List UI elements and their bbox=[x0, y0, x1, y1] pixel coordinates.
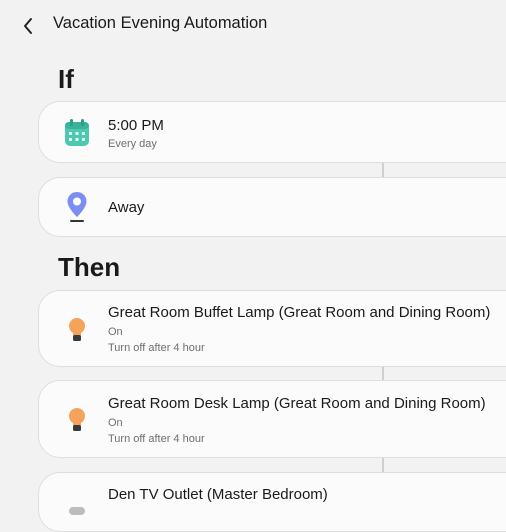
action-detail: Turn off after 4 hour bbox=[108, 433, 205, 445]
page-title: Vacation Evening Automation bbox=[53, 14, 268, 32]
action-card[interactable]: Great Room Buffet Lamp (Great Room and D… bbox=[38, 290, 506, 367]
back-button[interactable] bbox=[14, 12, 42, 40]
if-section-title: If bbox=[58, 64, 74, 94]
condition-title: Away bbox=[108, 199, 145, 216]
condition-subtitle: Every day bbox=[108, 138, 157, 150]
action-title: Den TV Outlet (Master Bedroom) bbox=[108, 486, 328, 503]
bulb-icon bbox=[63, 315, 91, 345]
action-detail: Turn off after 4 hour bbox=[108, 342, 205, 354]
app-header: Vacation Evening Automation bbox=[0, 0, 506, 52]
action-state: On bbox=[108, 326, 123, 338]
condition-card-time[interactable]: 5:00 PM Every day bbox=[38, 101, 506, 163]
location-pin-icon bbox=[63, 192, 91, 222]
condition-title: 5:00 PM bbox=[108, 117, 164, 134]
action-card[interactable]: Den TV Outlet (Master Bedroom) bbox=[38, 472, 506, 532]
then-section-title: Then bbox=[58, 252, 121, 282]
bulb-icon bbox=[63, 405, 91, 435]
action-title: Great Room Desk Lamp (Great Room and Din… bbox=[108, 395, 486, 412]
chevron-left-icon bbox=[24, 18, 32, 34]
condition-card-location[interactable]: Away bbox=[38, 177, 506, 237]
action-title: Great Room Buffet Lamp (Great Room and D… bbox=[108, 304, 491, 321]
calendar-icon bbox=[63, 118, 91, 148]
action-state: On bbox=[108, 417, 123, 429]
action-card[interactable]: Great Room Desk Lamp (Great Room and Din… bbox=[38, 380, 506, 458]
